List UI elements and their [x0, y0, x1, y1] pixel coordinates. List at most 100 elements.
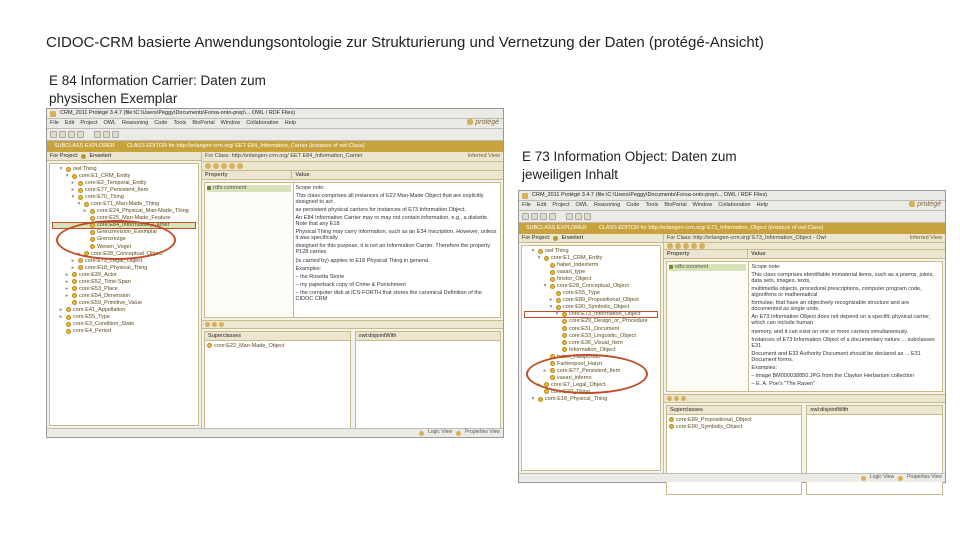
mid-tool-icon[interactable]	[212, 322, 217, 327]
menu-tools[interactable]: Tools	[173, 120, 186, 126]
menu-file[interactable]: File	[50, 120, 59, 126]
tree-node[interactable]: ▾core:E1_CRM_Entity	[52, 173, 196, 180]
tb-btn[interactable]	[77, 131, 84, 138]
twisty-icon[interactable]: ▸	[82, 208, 88, 214]
tb-btn[interactable]	[540, 213, 547, 220]
tree-node[interactable]: Information_Object	[524, 347, 658, 354]
ed-tool-icon[interactable]	[683, 243, 689, 249]
tree-node[interactable]: Wesen_Vogel	[52, 244, 196, 251]
tree-node[interactable]: ▸core:E77_Persistent_Item	[52, 187, 196, 194]
toolbar[interactable]	[519, 211, 945, 223]
tb-btn[interactable]	[584, 213, 591, 220]
tree-node[interactable]: core:E36_Visual_Item	[524, 340, 658, 347]
tree-node[interactable]: ▸core:E18_Physical_Thing	[52, 265, 196, 272]
twisty-icon[interactable]: ▸	[64, 279, 70, 285]
tree-node[interactable]: Farbenpool_Hanzi	[524, 361, 658, 368]
ed-tool-icon[interactable]	[229, 163, 235, 169]
superclasses-list[interactable]: core:E89_Propositional_Objectcore:E90_Sy…	[667, 415, 802, 433]
tree-node[interactable]: vasari_inferno	[524, 375, 658, 382]
tree-node[interactable]: ▸core:E39_Actor	[52, 272, 196, 279]
status-logic-view[interactable]: Logic View	[870, 475, 894, 481]
twisty-icon[interactable]: ▸	[70, 265, 76, 271]
mid-toolbar[interactable]	[202, 320, 503, 329]
status-props-view[interactable]: Properties View	[465, 430, 500, 436]
window-titlebar[interactable]: CRM_2011 Protégé 3.4.7 (file:\C:\Users\P…	[519, 191, 945, 201]
menu-window[interactable]: Window	[693, 202, 713, 208]
twisty-icon[interactable]: ▾	[530, 248, 536, 254]
superclass-item[interactable]: core:E89_Propositional_Object	[669, 417, 800, 424]
tree-node[interactable]: ▾core:E71_Man-Made_Thing	[52, 201, 196, 208]
tree-node[interactable]: core:E25_Man-Made_Feature	[52, 215, 196, 222]
tb-btn[interactable]	[103, 131, 110, 138]
ed-tool-icon[interactable]	[205, 163, 211, 169]
tb-btn[interactable]	[522, 213, 529, 220]
menu-collaboration[interactable]: Collaboration	[246, 120, 278, 126]
menu-edit[interactable]: Edit	[65, 120, 74, 126]
menu-help[interactable]: Help	[757, 202, 768, 208]
twisty-icon[interactable]: ▾	[70, 194, 76, 200]
twisty-icon[interactable]: ▾	[530, 396, 536, 402]
tree-node[interactable]: ▸core:E24_Physical_Man-Made_Thing	[52, 208, 196, 215]
twisty-icon[interactable]: ▸	[58, 314, 64, 320]
tree-node[interactable]: core:E3_Condition_State	[52, 321, 196, 328]
tree-node[interactable]: ▾core:E1_CRM_Entity	[524, 255, 658, 262]
comment-value[interactable]: Scope note:This class comprises all inst…	[294, 183, 500, 317]
twisty-icon[interactable]: ▾	[548, 304, 554, 310]
disjoint-list[interactable]	[807, 415, 942, 419]
tb-btn[interactable]	[531, 213, 538, 220]
tree-node[interactable]: ▸core:E52_Time-Span	[52, 279, 196, 286]
status-props-view[interactable]: Properties View	[907, 475, 942, 481]
twisty-icon[interactable]: ▸	[76, 251, 82, 257]
ed-tool-icon[interactable]	[699, 243, 705, 249]
menu-file[interactable]: File	[522, 202, 531, 208]
status-logic-view[interactable]: Logic View	[428, 430, 452, 436]
tree-node[interactable]: ▸core:E41_Appellation	[52, 307, 196, 314]
menu-reasoning[interactable]: Reasoning	[122, 120, 148, 126]
tree-node[interactable]: core:E31_Document	[524, 326, 658, 333]
tree-node[interactable]: hristor_Object	[524, 276, 658, 283]
tree-node[interactable]: ▾owl:Thing	[52, 166, 196, 173]
superclass-item[interactable]: core:E22_Man-Made_Object	[207, 343, 347, 350]
superclass-item[interactable]: core:E90_Symbolic_Object	[669, 424, 800, 431]
ed-tool-icon[interactable]	[675, 243, 681, 249]
tree-node[interactable]: ▸core:E7_Legal_Object	[524, 382, 658, 389]
superclasses-list[interactable]: core:E22_Man-Made_Object	[205, 341, 349, 352]
menu-reasoning[interactable]: Reasoning	[594, 202, 620, 208]
tree-node[interactable]: core:E70_Thing	[524, 389, 658, 396]
twisty-icon[interactable]: ▸	[70, 187, 76, 193]
window-titlebar[interactable]: CRM_2011 Protégé 3.4.7 (file:\C:\Users\P…	[47, 109, 503, 119]
twisty-icon[interactable]: ▸	[548, 297, 554, 303]
mid-toolbar[interactable]	[664, 394, 945, 403]
tb-btn[interactable]	[68, 131, 75, 138]
tree-node[interactable]: Grenzrezge	[52, 236, 196, 243]
tb-btn[interactable]	[59, 131, 66, 138]
twisty-icon[interactable]: ▸	[70, 258, 76, 264]
tb-btn[interactable]	[566, 213, 573, 220]
prop-list[interactable]: rdfs:comment	[667, 262, 750, 391]
mid-tool-icon[interactable]	[681, 396, 686, 401]
menu-bioportal[interactable]: BioPortal	[664, 202, 686, 208]
twisty-icon[interactable]: ▸	[70, 180, 76, 186]
tree-node[interactable]: ▾core:E73_Information_Object	[524, 311, 658, 318]
tree-node[interactable]: core:E59_Primitive_Value	[52, 300, 196, 307]
inferred-view-label[interactable]: Inferred View	[468, 153, 500, 159]
comment-value[interactable]: Scope note:This class comprises identifi…	[749, 262, 942, 391]
tree-node[interactable]: core:E84_Information_Carrier	[52, 222, 196, 229]
menu-help[interactable]: Help	[285, 120, 296, 126]
menu-owl[interactable]: OWL	[103, 120, 116, 126]
inferred-view-label[interactable]: Inferred View	[910, 235, 942, 241]
twisty-icon[interactable]: ▾	[554, 311, 560, 317]
mid-tool-icon[interactable]	[667, 396, 672, 401]
twisty-icon[interactable]: ▸	[64, 293, 70, 299]
menu-code[interactable]: Code	[154, 120, 167, 126]
tree-node[interactable]: ▾core:E28_Conceptual_Object	[524, 283, 658, 290]
twisty-icon[interactable]: ▾	[58, 166, 64, 172]
tree-node[interactable]: habet_Indexterm	[524, 262, 658, 269]
tree-node[interactable]: ▾owl:Thing	[524, 248, 658, 255]
tree-node[interactable]: core:E29_Design_or_Procedure	[524, 318, 658, 325]
ed-tool-icon[interactable]	[691, 243, 697, 249]
tree-node[interactable]: core:E55_Type	[524, 290, 658, 297]
twisty-icon[interactable]: ▾	[64, 173, 70, 179]
class-tree[interactable]: ▾owl:Thing▾core:E1_CRM_Entity▸core:E2_Te…	[49, 163, 199, 426]
menu-code[interactable]: Code	[626, 202, 639, 208]
